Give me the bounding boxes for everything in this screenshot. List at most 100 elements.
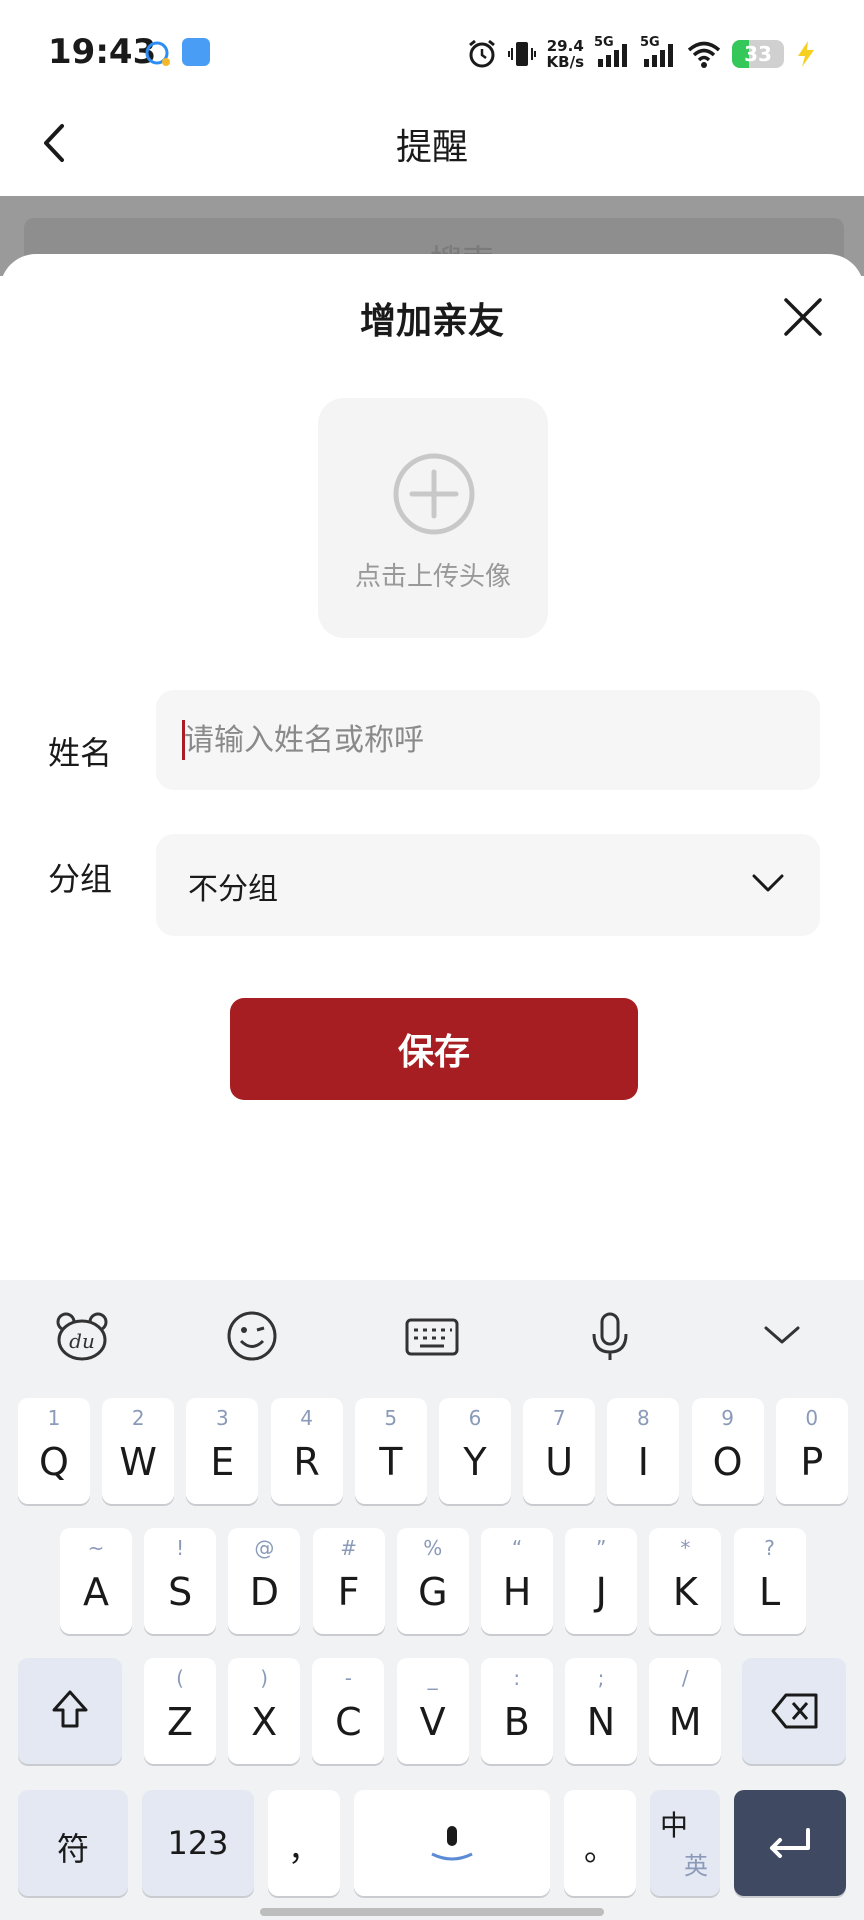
key-o[interactable]: 9O <box>691 1398 764 1504</box>
key-m[interactable]: / M <box>649 1658 722 1764</box>
shift-arrow-icon <box>52 1690 88 1728</box>
group-label: 分组 <box>48 860 113 898</box>
page-title: 提醒 <box>395 127 468 168</box>
key-n[interactable]: ; N <box>565 1658 637 1764</box>
key-hint: 5 <box>384 1406 398 1430</box>
weather-app-icon <box>182 38 210 66</box>
key-label: R <box>293 1440 320 1484</box>
key-label: X <box>251 1700 278 1744</box>
key-label: U <box>545 1440 574 1484</box>
home-indicator[interactable] <box>260 1908 604 1916</box>
key-w[interactable]: 2W <box>102 1398 175 1504</box>
wifi-icon <box>687 41 721 68</box>
key-x[interactable]: ) X <box>228 1658 301 1764</box>
key-hint: 1 <box>47 1406 61 1430</box>
symbols-key[interactable]: 符 <box>18 1790 128 1896</box>
key-hint: - <box>344 1666 352 1690</box>
key-c[interactable]: -C <box>312 1658 385 1764</box>
key-p[interactable]: 0P <box>775 1398 848 1504</box>
battery-level: 33 <box>744 42 772 66</box>
key-hint: 7 <box>552 1406 566 1430</box>
key-hint: “ <box>511 1536 523 1560</box>
key-hint: 2 <box>131 1406 145 1430</box>
key-hint: _ <box>427 1666 438 1690</box>
app-notification-icon <box>145 41 170 66</box>
comma-key-label: ， <box>287 1830 320 1868</box>
status-bar: 19:43 29.4 KB/s 5G 5G 33 <box>0 0 864 100</box>
backspace-key[interactable] <box>742 1658 846 1764</box>
key-label: B <box>503 1700 530 1744</box>
alarm-icon <box>468 39 495 68</box>
close-icon[interactable] <box>780 294 826 340</box>
key-v[interactable]: _ V <box>396 1658 469 1764</box>
key-b[interactable]: :B <box>480 1658 553 1764</box>
enter-key[interactable] <box>734 1790 846 1896</box>
du-bear-icon[interactable]: du <box>52 1308 112 1364</box>
key-hint: ) <box>260 1666 269 1690</box>
language-switch-key[interactable]: 中 英 <box>650 1790 720 1896</box>
name-input[interactable] <box>156 690 820 790</box>
key-label: F <box>337 1570 360 1614</box>
net-speed-value: 29.4 <box>546 37 584 55</box>
key-l[interactable]: ? L <box>733 1528 806 1634</box>
save-button[interactable]: 保存 <box>230 998 638 1100</box>
key-label: T <box>379 1440 403 1484</box>
emoji-icon[interactable] <box>222 1308 282 1364</box>
key-hint: / <box>681 1666 689 1690</box>
key-hint: 3 <box>216 1406 229 1430</box>
shift-key[interactable] <box>18 1658 122 1764</box>
key-label: O <box>712 1440 743 1484</box>
status-icons: 29.4 KB/s 5G 5G 33 <box>467 34 818 74</box>
key-i[interactable]: 8I <box>607 1398 680 1504</box>
key-d[interactable]: @ D <box>228 1528 301 1634</box>
key-u[interactable]: 7U <box>523 1398 596 1504</box>
key-hint: ( <box>176 1666 184 1690</box>
microphone-icon[interactable] <box>580 1308 640 1364</box>
symbols-key-label: 符 <box>56 1830 89 1868</box>
key-label: Z <box>166 1700 194 1744</box>
text-cursor <box>182 720 185 760</box>
key-z[interactable]: (Z <box>144 1658 216 1764</box>
key-r[interactable]: 4R <box>270 1398 343 1504</box>
key-hint: : <box>513 1666 521 1690</box>
comma-key[interactable]: ， <box>268 1790 340 1896</box>
key-s[interactable]: ! S <box>144 1528 217 1634</box>
key-a[interactable]: ~ A <box>60 1528 132 1634</box>
key-k[interactable]: * K <box>649 1528 722 1634</box>
key-label: V <box>419 1700 446 1744</box>
numbers-key[interactable]: 123 <box>142 1790 254 1896</box>
key-j[interactable]: ” J <box>565 1528 638 1634</box>
battery-icon: 33 <box>732 40 784 68</box>
numbers-key-label: 123 <box>167 1824 229 1862</box>
period-key[interactable]: 。 <box>564 1790 636 1896</box>
key-hint: @ <box>254 1536 275 1560</box>
network-speed: 29.4 KB/s <box>547 38 584 70</box>
key-hint: ~ <box>87 1536 105 1560</box>
key-g[interactable]: % G <box>396 1528 469 1634</box>
key-label: K <box>672 1570 698 1614</box>
svg-text:du: du <box>69 1329 95 1353</box>
sheet-title: 增加亲友 <box>359 301 504 342</box>
status-time: 19:43 <box>48 32 157 72</box>
charging-icon <box>798 41 814 67</box>
key-label: M <box>668 1700 702 1744</box>
net-speed-unit: KB/s <box>546 53 584 71</box>
key-label: Q <box>39 1440 69 1484</box>
key-y[interactable]: 6Y <box>439 1398 511 1504</box>
key-f[interactable]: # F <box>312 1528 385 1634</box>
key-hint: 9 <box>721 1406 734 1430</box>
key-q[interactable]: 1Q <box>18 1398 90 1504</box>
keyboard-icon[interactable] <box>402 1308 462 1364</box>
key-hint: ; <box>597 1666 605 1690</box>
avatar-upload-label: 点击上传头像 <box>354 562 511 592</box>
period-key-label: 。 <box>583 1830 616 1868</box>
collapse-keyboard-icon[interactable] <box>752 1308 812 1364</box>
key-e[interactable]: 3E <box>186 1398 259 1504</box>
space-key[interactable] <box>354 1790 550 1896</box>
key-h[interactable]: “H <box>481 1528 553 1634</box>
key-label: P <box>800 1440 824 1484</box>
key-t[interactable]: 5T <box>354 1398 427 1504</box>
signal-icon-2: 5G <box>640 35 676 69</box>
key-label: S <box>168 1570 193 1614</box>
key-hint: ” <box>596 1536 607 1560</box>
